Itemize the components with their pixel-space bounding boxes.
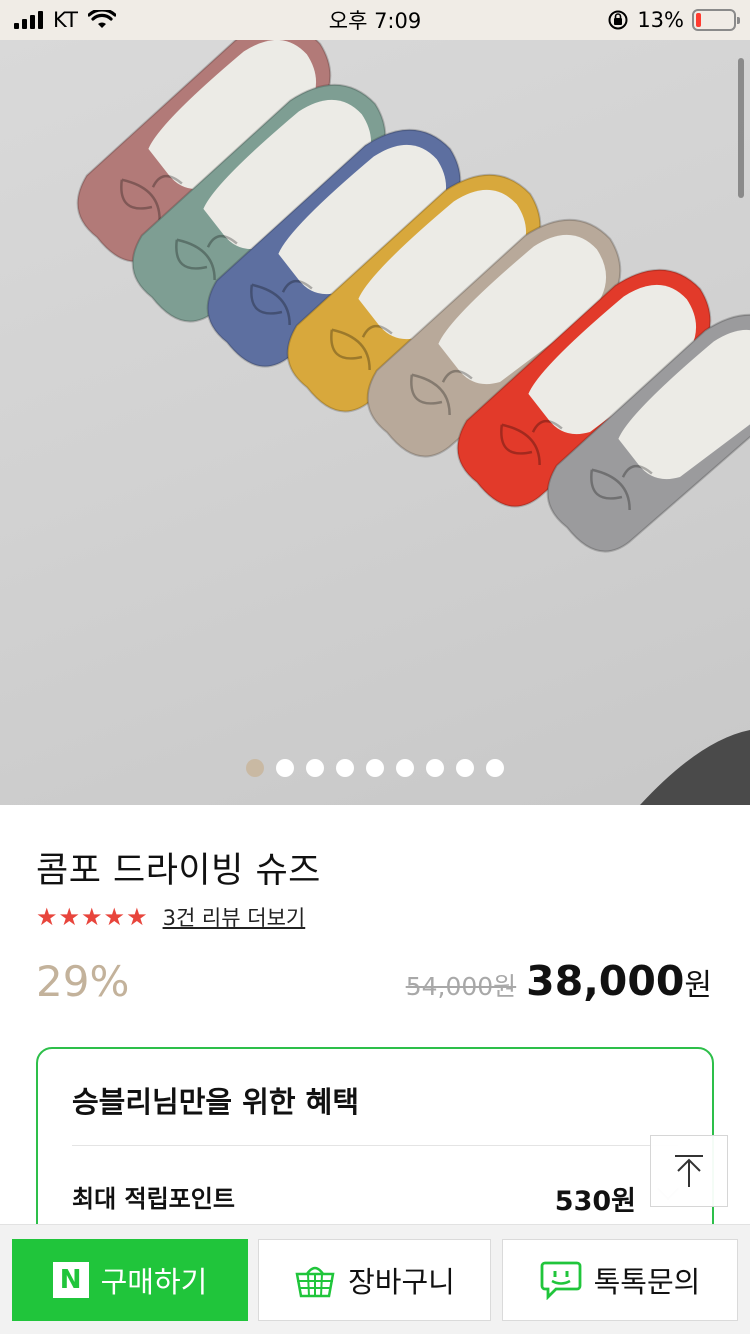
wifi-icon: [87, 10, 116, 28]
chat-bubble-icon: [540, 1261, 582, 1300]
arrow-up-icon: [675, 1155, 703, 1187]
sale-price: 38,000: [526, 957, 685, 1005]
carousel-dot[interactable]: [336, 759, 354, 777]
benefit-title: 승블리님만을 위한 혜택: [72, 1085, 359, 1119]
carousel-dot[interactable]: [396, 759, 414, 777]
benefit-value: 530원: [554, 1186, 636, 1217]
carousel-dot[interactable]: [456, 759, 474, 777]
scroll-indicator: [738, 58, 744, 198]
carousel-dot[interactable]: [276, 759, 294, 777]
benefit-label: 최대 적립포인트: [72, 1185, 235, 1213]
signal-icon: [14, 11, 43, 29]
benefit-divider: [72, 1145, 678, 1146]
cart-button-label: 장바구니: [348, 1265, 455, 1299]
cart-button[interactable]: 장바구니: [258, 1239, 491, 1321]
review-link[interactable]: 3건 리뷰 더보기: [163, 902, 306, 932]
shoes-illustration: [76, 40, 750, 805]
carousel-dot[interactable]: [306, 759, 324, 777]
product-image[interactable]: [0, 40, 750, 805]
currency-unit: 원: [684, 968, 712, 1003]
bottom-action-bar: N 구매하기 장바구니 톡톡문의: [0, 1224, 750, 1334]
carousel-dot[interactable]: [246, 759, 264, 777]
discount-rate: 29%: [36, 957, 130, 1006]
basket-icon: [295, 1266, 335, 1298]
buy-button[interactable]: N 구매하기: [12, 1239, 248, 1321]
talktalk-button-label: 톡톡문의: [593, 1265, 701, 1299]
carousel-dot[interactable]: [366, 759, 384, 777]
price-row: 54,000원 38,000원: [406, 957, 712, 1005]
carousel-dots[interactable]: [0, 759, 750, 777]
star-rating: ★★★★★: [36, 903, 149, 931]
carrier-label: KT: [53, 8, 78, 32]
orientation-lock-icon: [608, 10, 628, 30]
naver-pay-logo: N: [52, 1262, 89, 1298]
scroll-to-top-button[interactable]: [650, 1135, 728, 1207]
status-bar: KT 오후 7:09 13%: [0, 0, 750, 40]
original-price: 54,000원: [405, 972, 517, 1001]
battery-icon: [692, 9, 740, 31]
buy-button-label: 구매하기: [100, 1265, 208, 1299]
product-page: KT 오후 7:09 13% 콤포 드라이빙 슈즈 ★★★★★ 3건 리뷰 더보…: [0, 0, 750, 1334]
talktalk-button[interactable]: 톡톡문의: [502, 1239, 738, 1321]
carousel-dot[interactable]: [486, 759, 504, 777]
carousel-dot[interactable]: [426, 759, 444, 777]
rating-row: ★★★★★ 3건 리뷰 더보기: [36, 902, 305, 932]
clock: 오후 7:09: [328, 9, 422, 33]
battery-percent: 13%: [637, 8, 684, 32]
product-title: 콤포 드라이빙 슈즈: [36, 851, 321, 891]
